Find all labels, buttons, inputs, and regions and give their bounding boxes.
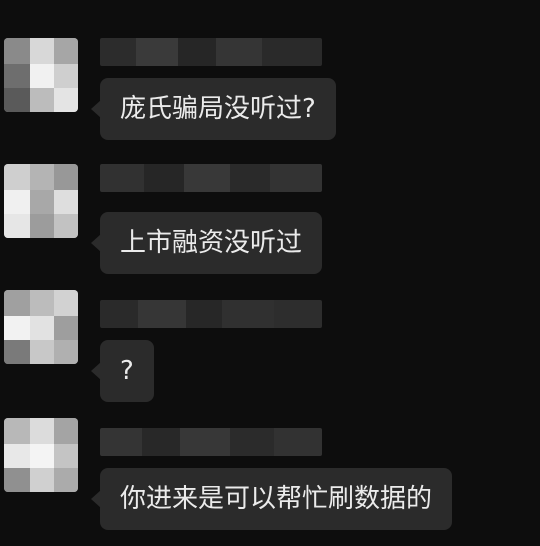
message-text: 庞氏骗局没听过?: [120, 94, 316, 124]
message-bubble[interactable]: 庞氏骗局没听过?: [91, 78, 336, 140]
avatar[interactable]: [4, 290, 78, 364]
chat-transcript: 庞氏骗局没听过? 上市融资没听过 ? 你进来是可以帮忙刷数据的: [0, 0, 540, 546]
bubble-tail: [91, 362, 101, 380]
message-text: 你进来是可以帮忙刷数据的: [120, 484, 433, 514]
avatar[interactable]: [4, 164, 78, 238]
message-bubble[interactable]: 你进来是可以帮忙刷数据的: [91, 468, 453, 530]
sender-name-redacted: [100, 300, 322, 328]
avatar[interactable]: [4, 38, 78, 112]
bubble-tail: [91, 234, 101, 252]
avatar[interactable]: [4, 418, 78, 492]
sender-name-redacted: [100, 164, 322, 192]
message-text: ?: [120, 356, 134, 386]
sender-name-redacted: [100, 428, 322, 456]
sender-name-redacted: [100, 38, 322, 66]
message-bubble[interactable]: 上市融资没听过: [91, 212, 323, 274]
message-bubble[interactable]: ?: [91, 340, 154, 402]
bubble-tail: [91, 490, 101, 508]
bubble-tail: [91, 100, 101, 118]
message-text: 上市融资没听过: [120, 228, 303, 258]
